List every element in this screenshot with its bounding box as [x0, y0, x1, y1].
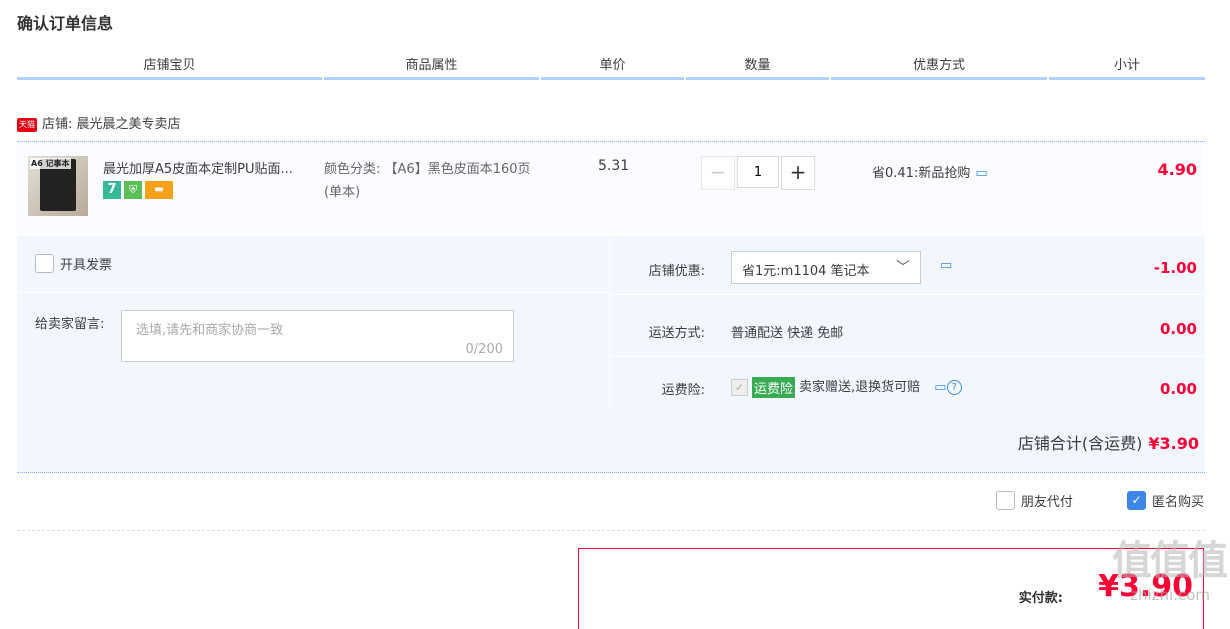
col-header-promo: 优惠方式 — [831, 56, 1047, 80]
insurance-content: ✓ 运费险 卖家赠送,退换货可赔 ▭? — [731, 376, 962, 398]
store-discount-select[interactable]: 省1元:m1104 笔记本 ﹀ — [731, 251, 921, 284]
store-discount-label: 店铺优惠: — [648, 264, 705, 279]
payment-options: 朋友代付 ✓ 匿名购买 — [946, 491, 1204, 510]
shipping-row: 运送方式: 普通配送 快递 免邮 0.00 — [610, 298, 1205, 357]
store-discount-row: 店铺优惠: 省1元:m1104 笔记本 ﹀ ▭ -1.00 — [610, 236, 1205, 295]
shipping-label: 运送方式: — [648, 326, 705, 341]
watermark-text: zhizhi.com — [1130, 586, 1210, 604]
friend-pay-checkbox[interactable] — [995, 491, 1015, 510]
chat-bubble-icon[interactable]: ▭ — [934, 380, 946, 395]
product-attributes: 颜色分类: 【A6】黑色皮面本160页(单本) — [324, 158, 539, 204]
quantity-stepper: − + — [701, 156, 815, 190]
note-char-count: 0/200 — [465, 342, 503, 357]
shield-icon[interactable]: ⛨ — [124, 181, 142, 199]
credit-card-icon[interactable]: ▬ — [145, 181, 173, 199]
store-total-amount: ¥3.90 — [1148, 434, 1199, 453]
anonymous-checkbox[interactable]: ✓ — [1126, 491, 1146, 510]
friend-pay-label: 朋友代付 — [1020, 495, 1073, 510]
watermark-logo: 值值值 — [1112, 538, 1228, 584]
chevron-down-icon: ﹀ — [896, 260, 910, 276]
insurance-checkbox[interactable]: ✓ — [731, 379, 748, 396]
page-title: 确认订单信息 — [17, 14, 114, 33]
insurance-tag: 运费险 — [752, 377, 796, 398]
divider — [17, 530, 1205, 531]
order-extras-panel: 开具发票 给卖家留言: 选填,请先和商家协商一致 0/200 店铺优惠: 省1元… — [17, 236, 1205, 473]
col-header-price: 单价 — [541, 56, 684, 80]
store-label: 店铺: — [42, 117, 73, 132]
promo-text: 省0.41:新品抢购 — [872, 166, 971, 181]
payment-summary: 实付款: ¥3.90 — [578, 548, 1204, 629]
anonymous-option[interactable]: ✓ 匿名购买 — [1121, 491, 1204, 510]
note-label: 给卖家留言: — [35, 317, 105, 332]
product-thumbnail[interactable]: A6 记事本 — [28, 156, 88, 216]
service-badges: 7 ⛨ ▬ — [103, 181, 173, 199]
col-header-item: 店铺宝贝 — [17, 56, 322, 80]
unit-price: 5.31 — [598, 158, 630, 174]
shipping-value: 普通配送 快递 免邮 — [731, 326, 844, 341]
chat-bubble-icon[interactable]: ▭ — [940, 258, 952, 273]
seven-day-return-icon[interactable]: 7 — [103, 181, 121, 199]
tmall-badge-icon: 天猫 — [17, 117, 37, 132]
invoice-section: 开具发票 — [17, 236, 609, 293]
invoice-label: 开具发票 — [60, 258, 113, 273]
anonymous-label: 匿名购买 — [1151, 495, 1204, 510]
quantity-plus-button[interactable]: + — [781, 156, 815, 190]
product-name-link[interactable]: 晨光加厚A5皮面本定制PU贴面... — [103, 158, 323, 177]
insurance-amount: 0.00 — [1159, 380, 1197, 398]
question-circle-icon[interactable]: ? — [946, 380, 962, 395]
col-header-qty: 数量 — [686, 56, 829, 80]
store-total-label: 店铺合计(含运费) — [1017, 434, 1143, 453]
thumbnail-label: A6 记事本 — [30, 158, 71, 169]
order-item-row: A6 记事本 晨光加厚A5皮面本定制PU贴面... 7 ⛨ ▬ 颜色分类: 【A… — [17, 141, 1205, 235]
invoice-option[interactable]: 开具发票 — [35, 254, 112, 273]
invoice-checkbox[interactable] — [35, 254, 54, 273]
store-total: 店铺合计(含运费) ¥3.90 — [1018, 430, 1199, 454]
store-line: 天猫 店铺: 晨光晨之美专卖店 — [17, 113, 181, 132]
shipping-amount: 0.00 — [1159, 320, 1197, 338]
note-placeholder: 选填,请先和商家协商一致 — [136, 323, 284, 338]
promo-info: 省0.41:新品抢购 ▭ — [872, 162, 988, 181]
seller-note-textarea[interactable]: 选填,请先和商家协商一致 0/200 — [121, 310, 514, 362]
store-discount-amount: -1.00 — [1153, 259, 1197, 277]
insurance-row: 运费险: ✓ 运费险 卖家赠送,退换货可赔 ▭? 0.00 — [610, 358, 1205, 416]
payment-label: 实付款: — [1018, 591, 1063, 606]
col-header-subtotal: 小计 — [1049, 56, 1205, 80]
insurance-label: 运费险: — [661, 383, 705, 398]
insurance-text: 卖家赠送,退换货可赔 — [799, 380, 921, 395]
attr-label: 颜色分类: — [324, 162, 381, 177]
chat-bubble-icon[interactable]: ▭ — [975, 166, 987, 181]
store-name[interactable]: 晨光晨之美专卖店 — [77, 117, 181, 132]
quantity-input[interactable] — [737, 156, 779, 188]
table-header: 店铺宝贝 商品属性 单价 数量 优惠方式 小计 — [17, 56, 1205, 82]
col-header-attr: 商品属性 — [324, 56, 539, 80]
friend-pay-option[interactable]: 朋友代付 — [990, 491, 1073, 510]
item-subtotal: 4.90 — [1157, 160, 1197, 179]
quantity-minus-button[interactable]: − — [701, 156, 735, 190]
store-discount-selected: 省1元:m1104 笔记本 — [742, 264, 870, 279]
